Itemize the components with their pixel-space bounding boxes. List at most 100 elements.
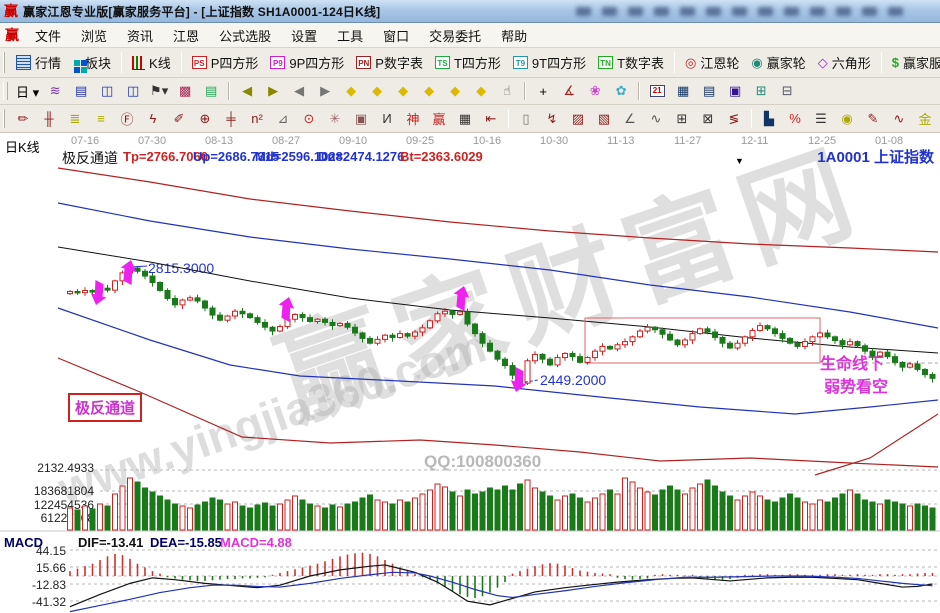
volume-bar — [428, 490, 433, 530]
volume-bar — [885, 500, 890, 530]
candle-body — [203, 301, 208, 308]
volume-bar — [540, 492, 545, 530]
price-chart-canvas[interactable] — [0, 0, 940, 613]
volume-bar — [803, 502, 808, 530]
volume-bar — [555, 500, 560, 530]
candle-body — [653, 327, 658, 330]
candle-body — [578, 357, 583, 363]
volume-bar — [525, 480, 530, 530]
volume-bar — [240, 506, 245, 530]
candle-body — [293, 314, 298, 319]
candle-body — [810, 337, 815, 342]
volume-bar — [495, 490, 500, 530]
volume-bar — [488, 488, 493, 530]
candle-body — [435, 314, 440, 321]
volume-bar — [270, 506, 275, 530]
volume-bar — [690, 488, 695, 530]
volume-bar — [930, 508, 935, 530]
candle-body — [473, 324, 478, 334]
candle-body — [525, 361, 530, 383]
volume-bar — [473, 494, 478, 530]
volume-bar — [548, 496, 553, 530]
candle-body — [585, 358, 590, 363]
candle-body — [428, 321, 433, 328]
volume-bar — [218, 500, 223, 530]
volume-bar — [518, 484, 523, 530]
macd-dif-line — [70, 565, 933, 607]
candle-body — [728, 343, 733, 348]
candle-body — [705, 329, 710, 332]
candle-body — [165, 290, 170, 298]
volume-bar — [653, 495, 658, 530]
volume-bar — [210, 498, 215, 530]
volume-bar — [225, 504, 230, 530]
candle-body — [758, 326, 763, 331]
candle-body — [548, 359, 553, 365]
candle-body — [690, 334, 695, 340]
volume-bar — [390, 504, 395, 530]
volume-bar — [698, 484, 703, 530]
volume-bar — [720, 492, 725, 530]
volume-bar — [180, 506, 185, 530]
candle-body — [330, 322, 335, 325]
app-window: 赢 赢家江恩专业版[赢家服务平台] - [上证指数 SH1A0001-124日K… — [0, 0, 940, 613]
volume-bar — [480, 492, 485, 530]
volume-bar — [833, 498, 838, 530]
candle-body — [510, 366, 515, 376]
volume-bar — [578, 498, 583, 530]
channel-upper-blue-line — [58, 203, 938, 328]
volume-bar — [908, 506, 913, 530]
volume-bar — [773, 502, 778, 530]
volume-bar — [195, 505, 200, 530]
candle-body — [210, 308, 215, 315]
candle-body — [308, 318, 313, 322]
candle-body — [225, 316, 230, 320]
candle-body — [683, 340, 688, 345]
candle-body — [720, 337, 725, 343]
candle-body — [533, 354, 538, 360]
volume-bar — [83, 506, 88, 530]
candle-body — [593, 351, 598, 357]
volume-bar — [413, 498, 418, 530]
volume-bar — [563, 496, 568, 530]
volume-bar — [840, 494, 845, 530]
volume-bar — [615, 494, 620, 530]
candle-body — [743, 337, 748, 343]
candle-body — [450, 311, 455, 314]
volume-bar — [150, 492, 155, 530]
volume-bar — [285, 500, 290, 530]
candle-body — [623, 342, 628, 345]
candle-body — [345, 323, 350, 327]
volume-bar — [345, 504, 350, 530]
candle-body — [668, 334, 673, 340]
candle-body — [660, 330, 665, 334]
volume-bar — [375, 500, 380, 530]
candle-body — [255, 318, 260, 323]
volume-bar — [900, 504, 905, 530]
volume-bar — [263, 503, 268, 530]
volume-bar — [293, 496, 298, 530]
channel-top-line — [58, 168, 938, 252]
candle-body — [765, 326, 770, 329]
candle-body — [878, 352, 883, 356]
volume-bar — [383, 502, 388, 530]
volume-bar — [203, 502, 208, 530]
volume-bar — [233, 502, 238, 530]
candle-body — [158, 282, 163, 290]
volume-bar — [533, 488, 538, 530]
volume-bar — [893, 502, 898, 530]
volume-bar — [825, 502, 830, 530]
volume-bar — [248, 508, 253, 530]
candle-body — [870, 351, 875, 356]
candle-body — [105, 288, 110, 290]
volume-bar — [855, 494, 860, 530]
volume-bar — [135, 482, 140, 530]
candle-body — [795, 343, 800, 346]
volume-bar — [705, 480, 710, 530]
candle-body — [315, 319, 320, 321]
candle-body — [638, 331, 643, 337]
candle-body — [465, 312, 470, 324]
candle-body — [735, 343, 740, 348]
volume-bar — [765, 500, 770, 530]
volume-bar — [255, 505, 260, 530]
